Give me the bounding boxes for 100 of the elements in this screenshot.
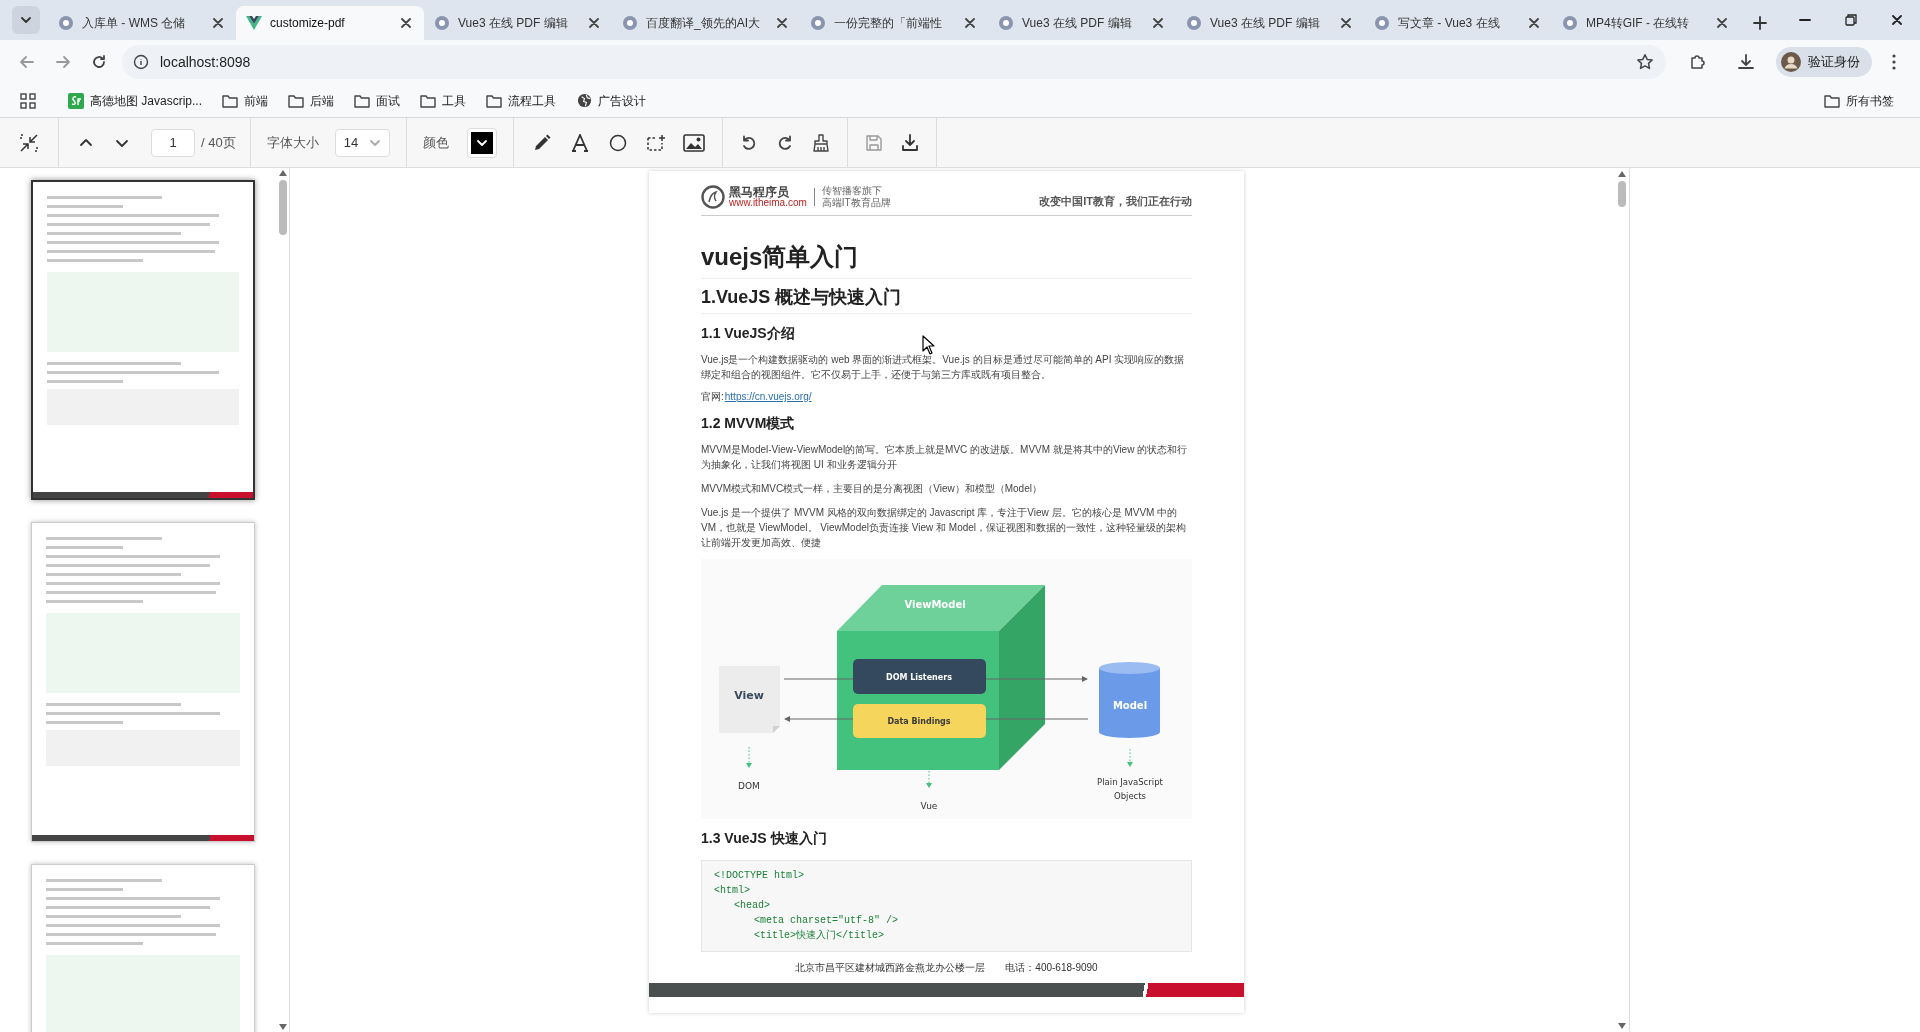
- heading: vuejs简单入门: [701, 242, 1192, 279]
- bookmark[interactable]: 前端: [214, 87, 277, 114]
- paragraph: Vue.js 是一个提供了 MVVM 风格的双向数据绑定的 Javascript 库，专注于View 层。它的核心是 MVVM 中的 VM，也就是 ViewModel。 ViewModel负责连接 View 和 Model，保证视图和数据的一致性，这种轻量级的架构让前端开发更加高效、便捷: [701, 506, 1188, 550]
- browser-tab[interactable]: customize-pdf: [236, 6, 424, 40]
- paragraph: Vue.js是一个构建数据驱动的 web 界面的渐进式框架。Vue.js 的目标是通过尽可能简单的 API 实现响应的数据绑定和组合的视图组件。它不仅易于上手，还便于与第三方库或既有项目整合。: [701, 353, 1186, 382]
- close-icon[interactable]: [210, 15, 226, 31]
- bookmark[interactable]: 流程工具: [478, 87, 565, 114]
- code-line: <title>快速入门</title>: [753, 929, 885, 942]
- heading: 1.VueJS 概述与快速入门: [701, 285, 1192, 314]
- folder-icon: [1824, 92, 1840, 109]
- tab-title: Vue3 在线 PDF 编辑: [458, 15, 569, 32]
- close-icon[interactable]: [586, 15, 602, 31]
- close-icon[interactable]: [1338, 15, 1354, 31]
- dotted-arrow: [926, 770, 932, 788]
- color-label: 颜色: [422, 133, 449, 152]
- folder-icon: [288, 92, 305, 109]
- site-icon: [58, 15, 74, 31]
- bookmark[interactable]: 工具: [412, 87, 475, 114]
- site-icon: [1562, 15, 1578, 31]
- folder-icon: [354, 92, 371, 109]
- browser-tab[interactable]: 百度翻译_领先的AI大: [612, 6, 800, 40]
- profile-button[interactable]: 验证身份: [1776, 47, 1872, 77]
- apps-icon[interactable]: [18, 90, 38, 111]
- diagram-label: Model: [1112, 700, 1148, 711]
- code-line: <!DOCTYPE html>: [714, 869, 805, 882]
- logo-tagline: 传智播客旗下: [821, 185, 883, 197]
- browser-tab[interactable]: 入库单 - WMS 仓储: [48, 6, 236, 40]
- code-line: <html>: [714, 884, 751, 897]
- page-input[interactable]: 1: [151, 128, 195, 157]
- tab-title: Vue3 在线 PDF 编辑: [1022, 15, 1133, 32]
- close-icon[interactable]: [1714, 15, 1730, 31]
- footer-phone: 电话：400-618-9090: [1005, 961, 1098, 975]
- logo-tagline: 高端IT教育品牌: [821, 197, 891, 209]
- browser-tab[interactable]: 写文章 - Vue3 在线: [1364, 6, 1552, 40]
- page-slogan: 改变中国IT教育，我们正在行动: [1039, 193, 1192, 209]
- close-icon[interactable]: [774, 15, 790, 31]
- bookmark[interactable]: 面试: [346, 87, 409, 114]
- heading: 1.1 VueJS介绍: [701, 324, 796, 343]
- close-icon[interactable]: [1526, 15, 1542, 31]
- bookmark[interactable]: 后端: [280, 87, 343, 114]
- paragraph: MVVM模式和MVC模式一样，主要目的是分离视图（View）和模型（Model）: [701, 482, 1043, 496]
- site-icon: [1186, 15, 1202, 31]
- logo-url: www.itheima.com: [729, 198, 807, 208]
- avatar-icon: [1780, 51, 1802, 73]
- horse-logo-icon: [701, 185, 725, 209]
- font-size-select[interactable]: 14: [334, 128, 390, 157]
- diagram-label: ViewModel: [904, 599, 966, 610]
- paragraph: MVVM是Model-View-ViewModel的简写。它本质上就是MVC 的改进版。MVVM 就是将其中的View 的状态和行为抽象化，让我们将视图 UI 和业务逻辑分开: [701, 443, 1189, 472]
- heading: 1.3 VueJS 快速入门: [701, 829, 828, 848]
- diagram-label: View: [734, 689, 764, 702]
- page-total: / 40页: [201, 133, 236, 152]
- diagram-label: DOM: [738, 781, 760, 791]
- document-shape: [719, 666, 780, 733]
- site-icon: [622, 15, 638, 31]
- tab-title: 入库单 - WMS 仓储: [82, 15, 187, 32]
- site-icon: [68, 92, 84, 109]
- diagram-label: Data Bindings: [887, 717, 951, 726]
- chevron-down-icon: [20, 14, 32, 26]
- info-icon[interactable]: [132, 53, 150, 71]
- tab-list-button[interactable]: [12, 6, 40, 34]
- diagram-label: Objects: [1113, 791, 1147, 801]
- close-icon[interactable]: [1150, 15, 1166, 31]
- browser-tab[interactable]: MP4转GIF - 在线转: [1552, 6, 1740, 40]
- folder-icon: [486, 92, 503, 109]
- folder-icon: [420, 92, 437, 109]
- browser-tab[interactable]: 一份完整的「前端性: [800, 6, 988, 40]
- site-icon: [998, 15, 1014, 31]
- close-icon[interactable]: [398, 15, 414, 31]
- link[interactable]: https://cn.vuejs.org/: [724, 389, 812, 404]
- page-thumbnail[interactable]: [30, 180, 255, 500]
- code-line: <meta charset="utf-8" />: [753, 914, 900, 927]
- code-line: <head>: [733, 899, 771, 912]
- vue-logo-icon: [246, 15, 262, 31]
- tab-title: customize-pdf: [270, 15, 346, 32]
- tab-title: 一份完整的「前端性: [834, 15, 943, 32]
- tab-title: 写文章 - Vue3 在线: [1398, 15, 1501, 32]
- collapse-icon[interactable]: [18, 131, 40, 154]
- font-size-label: 字体大小: [266, 133, 319, 152]
- tab-title: 百度翻译_领先的AI大: [646, 15, 761, 32]
- address-bar[interactable]: localhost:8098: [122, 45, 1666, 79]
- bookmark[interactable]: 广告设计: [568, 87, 655, 114]
- browser-tab[interactable]: Vue3 在线 PDF 编辑: [1176, 6, 1364, 40]
- diagram-label: DOM Listeners: [886, 673, 952, 682]
- logo-name: 黑马程序员: [729, 186, 789, 198]
- folder-icon: [222, 92, 239, 109]
- address-text: localhost:8098: [160, 52, 252, 72]
- bookmark[interactable]: 高德地图 Javascrip...: [60, 87, 211, 114]
- globe-icon: [576, 92, 593, 109]
- diagram-label: Plain JavaScript: [1097, 777, 1163, 787]
- link-label: 官网:: [701, 390, 725, 404]
- browser-tab[interactable]: Vue3 在线 PDF 编辑: [424, 6, 612, 40]
- tab-title: Vue3 在线 PDF 编辑: [1210, 15, 1321, 32]
- browser-tab[interactable]: Vue3 在线 PDF 编辑: [988, 6, 1176, 40]
- mouse-cursor-icon: [922, 335, 936, 355]
- footer-address: 北京市昌平区建材城西路金燕龙办公楼一层: [795, 961, 986, 975]
- site-icon: [434, 15, 450, 31]
- close-icon[interactable]: [962, 15, 978, 31]
- site-icon: [1374, 15, 1390, 31]
- all-bookmarks[interactable]: 所有书签: [1816, 91, 1902, 110]
- heading: 1.2 MVVM模式: [701, 414, 796, 433]
